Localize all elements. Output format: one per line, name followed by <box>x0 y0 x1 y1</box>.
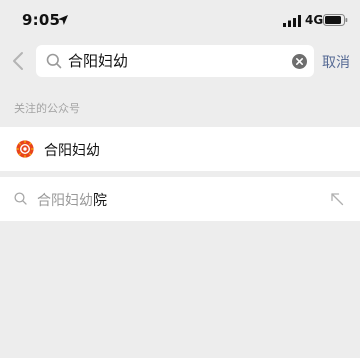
suggestion-text: 合阳妇幼院 <box>37 190 107 210</box>
signal-icon <box>283 15 301 27</box>
fill-query-arrow-icon[interactable] <box>330 192 344 206</box>
section-title: 关注的公众号 <box>14 102 80 115</box>
status-bar: 9:05 4G <box>0 0 360 40</box>
suggestion-match: 合阳妇幼 <box>37 193 93 209</box>
suggestion-rest: 院 <box>93 193 107 209</box>
cancel-button[interactable]: 取消 <box>322 52 350 72</box>
location-arrow-icon <box>58 15 68 25</box>
back-icon[interactable] <box>10 51 28 71</box>
list-item-label: 合阳妇幼 <box>44 143 100 159</box>
list-item[interactable]: 合阳妇幼 <box>0 127 360 171</box>
search-suggestion[interactable]: 合阳妇幼院 <box>0 177 360 221</box>
clear-icon[interactable] <box>292 54 307 69</box>
search-box[interactable] <box>36 45 314 77</box>
status-time: 9:05 <box>22 11 61 29</box>
search-input[interactable] <box>68 51 288 69</box>
search-icon <box>14 192 27 205</box>
official-account-logo-icon <box>16 140 34 158</box>
battery-icon <box>323 14 348 26</box>
network-type: 4G <box>305 13 324 27</box>
search-icon <box>46 53 62 69</box>
